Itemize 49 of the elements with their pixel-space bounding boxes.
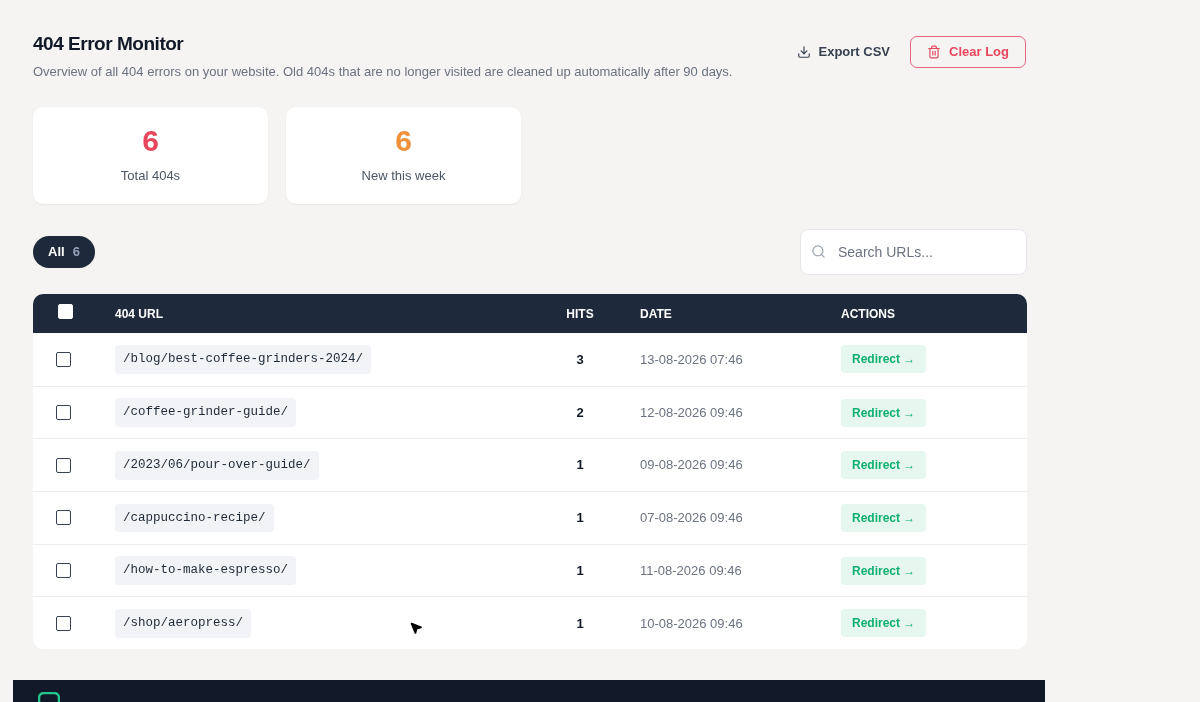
checkbox[interactable] — [56, 351, 71, 367]
url-chip: /cappuccino-recipe/ — [115, 503, 274, 533]
date-cell-text: 13-08-2026 07:46 — [639, 350, 744, 369]
checkbox[interactable] — [56, 510, 71, 526]
hits-cell-text: 3 — [575, 350, 585, 369]
redirect-button[interactable]: Redirect → — [841, 609, 927, 638]
url-chip: /coffee-grinder-guide/ — [115, 398, 297, 427]
column-header: DATE — [639, 305, 673, 323]
column-header: ACTIONS — [841, 305, 895, 323]
column-header: HITS — [565, 305, 595, 323]
date-cell-text: 10-08-2026 09:46 — [639, 614, 744, 633]
hits-cell-text: 2 — [575, 403, 585, 422]
redirect-button[interactable]: Redirect → — [841, 451, 927, 480]
page-description: Overview of all 404 errors on your website. Old 404s that are no longer visited are cleaned up automatically after 90 days. — [33, 62, 733, 81]
stat-label: Total 404s — [120, 166, 181, 185]
search-field[interactable]: Search URLs... — [800, 229, 1027, 275]
hits-cell-text: 1 — [575, 509, 585, 528]
date-cell-text: 07-08-2026 09:46 — [639, 509, 744, 528]
clear-log-button[interactable]: Clear Log — [910, 36, 1026, 68]
redirect-button[interactable]: Redirect → — [841, 345, 927, 374]
stat-value: 6 — [142, 125, 159, 156]
url-chip: /blog/best-coffee-grinders-2024/ — [115, 344, 372, 374]
hits-cell-text: 1 — [575, 561, 585, 580]
date-cell-text: 11-08-2026 09:46 — [639, 561, 743, 580]
checkbox[interactable] — [56, 615, 71, 631]
mouse-cursor-icon — [409, 621, 423, 635]
trash-icon — [927, 45, 942, 59]
logo-icon — [38, 692, 60, 702]
filter-tab[interactable]: All 6 — [33, 236, 95, 268]
redirect-button[interactable]: Redirect → — [841, 398, 927, 427]
export-button[interactable]: Export CSV — [796, 42, 891, 62]
page-title: 404 Error Monitor — [33, 32, 185, 56]
checkbox[interactable] — [56, 457, 71, 473]
column-header: 404 URL — [115, 305, 165, 323]
url-chip: /how-to-make-espresso/ — [115, 556, 297, 585]
search-icon — [811, 244, 826, 259]
hits-cell-text: 1 — [575, 614, 585, 633]
stat-label: New this week — [361, 166, 446, 185]
hits-cell-text: 1 — [575, 456, 585, 475]
date-cell-text: 09-08-2026 09:46 — [639, 456, 744, 475]
redirect-button[interactable]: Redirect → — [841, 556, 927, 585]
checkbox[interactable] — [56, 563, 71, 579]
download-icon — [796, 45, 811, 59]
redirect-button[interactable]: Redirect → — [841, 503, 927, 532]
stat-value: 6 — [395, 125, 412, 156]
url-chip: /2023/06/pour-over-guide/ — [115, 450, 319, 480]
date-cell-text: 12-08-2026 09:46 — [639, 403, 744, 422]
checkbox[interactable] — [56, 405, 71, 421]
url-chip: /shop/aeropress/ — [115, 608, 252, 638]
